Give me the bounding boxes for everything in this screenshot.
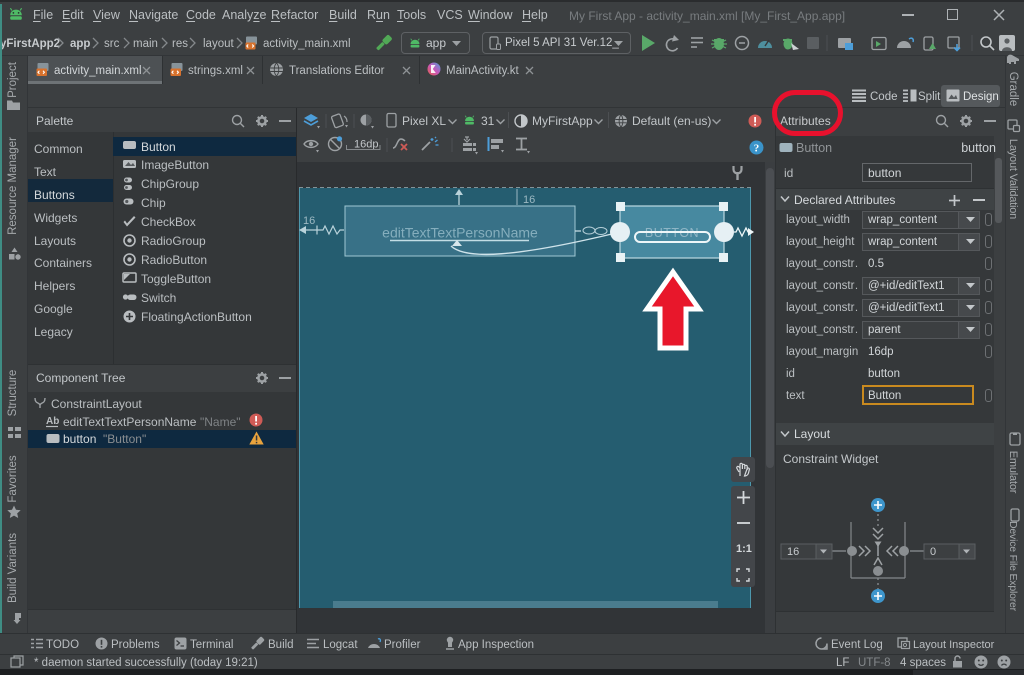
svg-text:editTextTextPersonName: editTextTextPersonName	[382, 225, 538, 241]
svg-text:16: 16	[523, 194, 535, 206]
svg-text:Ab: Ab	[46, 416, 59, 427]
svg-text:0: 0	[930, 546, 936, 558]
svg-text:16dp: 16dp	[354, 139, 378, 151]
svg-text:?: ?	[754, 143, 760, 155]
svg-text:16: 16	[303, 215, 315, 227]
svg-text:1:1: 1:1	[736, 543, 752, 555]
svg-text:16: 16	[787, 546, 799, 558]
